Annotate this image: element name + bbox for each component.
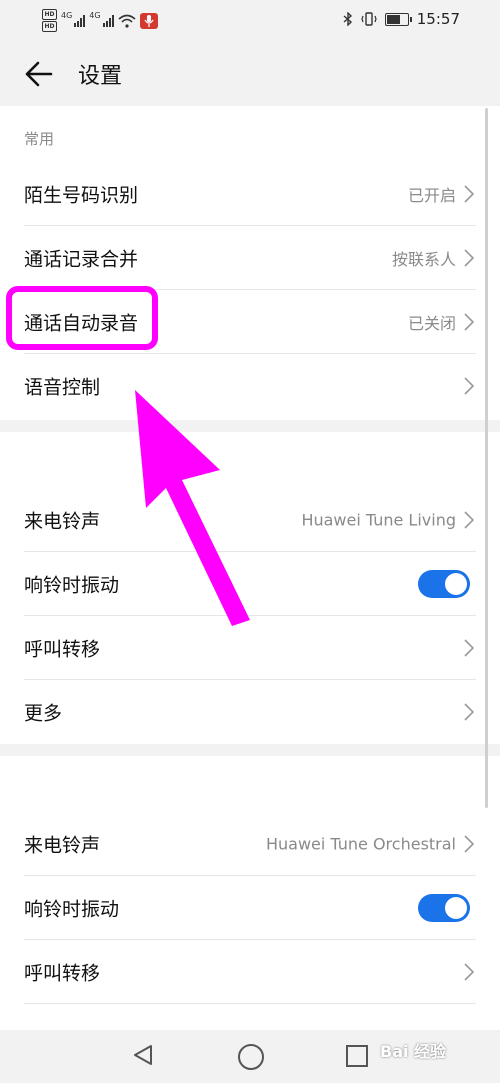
row-label: 语音控制 <box>24 376 101 399</box>
system-nav-bar: Bai 经验 <box>0 1030 500 1083</box>
row-unknown-number-id[interactable]: 陌生号码识别 已开启 <box>0 162 500 226</box>
chevron-right-icon <box>464 963 474 981</box>
app-header: 设置 <box>0 40 500 106</box>
status-time: 15:57 <box>416 10 460 28</box>
wifi-icon <box>118 14 136 28</box>
row-label: 呼叫转移 <box>24 638 101 661</box>
nav-home-icon[interactable] <box>238 1044 264 1070</box>
annotation-highlight-box <box>6 286 158 350</box>
chevron-right-icon <box>464 511 474 529</box>
section-label-common: 常用 <box>24 130 55 148</box>
battery-icon <box>384 12 412 26</box>
chevron-right-icon <box>464 313 474 331</box>
back-arrow-icon[interactable] <box>22 58 54 90</box>
vibrate-toggle-sim1[interactable] <box>418 570 470 598</box>
chevron-right-icon <box>464 377 474 395</box>
row-value: Huawei Tune Orchestral <box>265 834 456 854</box>
page-title: 设置 <box>78 64 123 89</box>
row-label: 通话记录合并 <box>24 248 139 271</box>
vibrate-toggle-sim2[interactable] <box>418 894 470 922</box>
signal-icon-1 <box>74 14 86 27</box>
divider <box>24 1003 476 1004</box>
vibrate-icon <box>361 12 377 26</box>
row-label: 更多 <box>24 702 63 725</box>
row-label: 响铃时振动 <box>24 898 120 921</box>
network-type-1: 4G <box>61 11 73 20</box>
annotation-arrow-icon <box>135 390 250 626</box>
row-label: 来电铃声 <box>24 510 101 533</box>
chevron-right-icon <box>464 835 474 853</box>
row-value: Huawei Tune Living <box>301 510 456 530</box>
chevron-right-icon <box>464 249 474 267</box>
hd-label-1: HD <box>42 9 57 20</box>
nav-recent-icon[interactable] <box>346 1045 368 1067</box>
hd-icon: HD HD <box>42 9 57 32</box>
row-value: 已关闭 <box>407 314 456 333</box>
row-vibrate-sim2: 响铃时振动 <box>0 876 500 940</box>
row-label: 陌生号码识别 <box>24 184 139 207</box>
status-bar: HD HD 4G 4G 15:57 <box>0 0 500 40</box>
status-right: 15:57 <box>343 10 460 28</box>
row-label: 来电铃声 <box>24 834 101 857</box>
watermark: Bai 经验 <box>380 1042 447 1061</box>
row-call-log-merge[interactable]: 通话记录合并 按联系人 <box>0 226 500 290</box>
scrollbar[interactable] <box>485 108 488 808</box>
chevron-right-icon <box>464 185 474 203</box>
row-more-sim1[interactable]: 更多 <box>0 680 500 744</box>
network-type-2: 4G <box>89 11 101 20</box>
chevron-right-icon <box>464 639 474 657</box>
hd-label-2: HD <box>42 21 57 32</box>
nav-back-icon[interactable] <box>132 1044 154 1066</box>
section-common: 常用 陌生号码识别 已开启 通话记录合并 按联系人 通话自动录音 已关闭 语音控… <box>0 106 500 420</box>
status-left: HD HD 4G 4G <box>42 9 158 32</box>
bluetooth-icon <box>343 12 352 26</box>
row-label: 响铃时振动 <box>24 574 120 597</box>
row-ringtone-sim2[interactable]: 来电铃声 Huawei Tune Orchestral <box>0 812 500 876</box>
mic-recording-icon <box>139 12 158 29</box>
row-label: 呼叫转移 <box>24 962 101 985</box>
row-value: 已开启 <box>407 186 456 205</box>
chevron-right-icon <box>464 703 474 721</box>
section-sim2: 来电铃声 Huawei Tune Orchestral 响铃时振动 呼叫转移 <box>0 756 500 1046</box>
row-value: 按联系人 <box>391 250 456 269</box>
row-call-forwarding-sim2[interactable]: 呼叫转移 <box>0 940 500 1004</box>
signal-icon-2 <box>102 14 114 27</box>
